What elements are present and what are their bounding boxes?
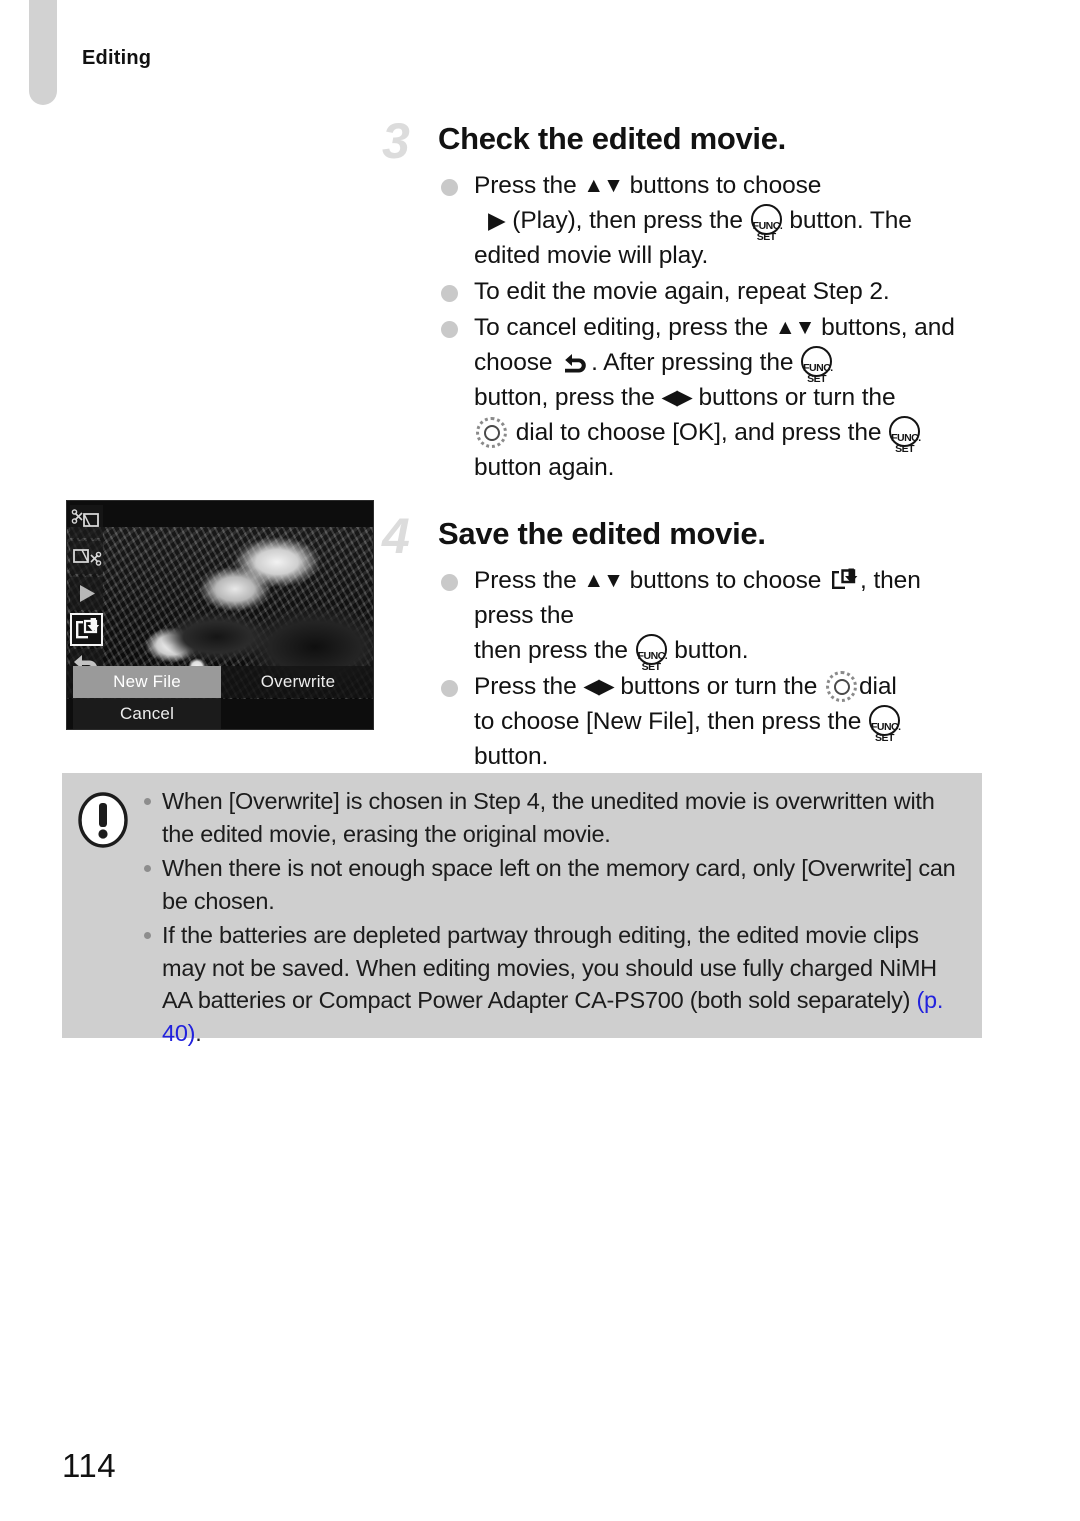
up-down-buttons-icon: ▲▼ [774, 316, 816, 339]
step-4-number: 4 [382, 508, 410, 564]
caution-item-2-text: When there is not enough space left on t… [162, 855, 956, 914]
play-icon[interactable] [70, 577, 103, 610]
bullet-dot-icon [441, 680, 458, 697]
save-new-file-icon[interactable] [70, 613, 103, 646]
step-3-body: Press the ▲▼ buttons to choose ▶ (Play),… [382, 168, 982, 485]
func-set-button-icon: FUNC. SET [868, 705, 901, 744]
step-4-bullet-1-text-b: buttons to choose [622, 567, 829, 594]
set-label: SET [874, 732, 894, 744]
bullet-dot-icon [441, 321, 458, 338]
step-3-bullet-3-text-g: button again. [474, 454, 615, 481]
bullet-dot-icon [144, 932, 151, 939]
caution-item-2: When there is not enough space left on t… [140, 852, 968, 917]
caution-item-3-text: If the batteries are depleted partway th… [162, 922, 937, 1013]
lcd-menu-row-primary: New File Overwrite [67, 666, 373, 698]
bullet-dot-icon [441, 285, 458, 302]
step-3-bullet-2: To edit the movie again, repeat Step 2. [438, 274, 982, 309]
bullet-dot-icon [144, 798, 151, 805]
func-set-button-icon: FUNC. SET [889, 416, 921, 455]
camera-lcd-screenshot: New File Overwrite Cancel [66, 500, 374, 730]
set-label: SET [807, 373, 827, 385]
lcd-save-menu: New File Overwrite Cancel [67, 666, 373, 729]
lcd-menu-cancel[interactable]: Cancel [73, 698, 221, 729]
step-3-bullet-3: To cancel editing, press the ▲▼ buttons,… [438, 310, 982, 485]
step-3-bullet-1-text-a: Press the [474, 172, 584, 199]
step-3-bullet-3-text-c: . After pressing the [591, 349, 801, 376]
caution-item-1: When [Overwrite] is chosen in Step 4, th… [140, 785, 968, 850]
func-set-button-icon: FUNC. SET [635, 634, 668, 673]
lcd-menu-row-secondary: Cancel [67, 698, 373, 729]
step-3-number: 3 [382, 113, 410, 169]
set-label: SET [756, 231, 776, 243]
step-4-heading: 4 Save the edited movie. [382, 508, 982, 564]
step-3-bullet-2-text: To edit the movie again, repeat Step 2. [474, 278, 890, 305]
step-4-bullet-2-text-b: buttons or turn the [613, 673, 824, 700]
step-3-bullet-3-text-e: buttons or turn the [691, 384, 896, 411]
step-3-bullet-3-text-a: To cancel editing, press the [474, 314, 775, 341]
step-3-block: 3 Check the edited movie. Press the ▲▼ b… [382, 113, 982, 485]
trim-end-icon[interactable] [70, 541, 103, 574]
up-down-buttons-icon: ▲▼ [583, 174, 624, 197]
steps-column: 3 Check the edited movie. Press the ▲▼ b… [382, 113, 982, 814]
func-set-button-icon: FUNC. SET [801, 346, 833, 385]
warning-exclamation-icon [77, 791, 129, 849]
lcd-menu-overwrite[interactable]: Overwrite [227, 666, 369, 698]
play-icon: ▶ [488, 207, 506, 233]
step-4-bullet-1-text-a: Press the [474, 567, 584, 594]
step-3-bullet-3-text-d: button, press the [474, 384, 662, 411]
step-4-bullet-2: Press the ◀▶ buttons or turn the dial to… [438, 669, 982, 774]
step-3-bullet-1: Press the ▲▼ buttons to choose ▶ (Play),… [438, 168, 982, 273]
bullet-dot-icon [441, 574, 458, 591]
trim-start-icon[interactable] [70, 505, 103, 538]
bullet-dot-icon [144, 865, 151, 872]
chapter-tab-marker [29, 0, 57, 105]
step-4-bullet-1-text-e: button. [667, 637, 749, 664]
caution-item-3: If the batteries are depleted partway th… [140, 919, 968, 1049]
step-3-bullet-3-text-f: dial to choose [OK], and press the [509, 419, 889, 446]
up-down-buttons-icon: ▲▼ [583, 569, 624, 592]
set-label: SET [895, 443, 915, 455]
step-4-bullet-2-text-c0: dial [859, 673, 897, 700]
bullet-dot-icon [441, 179, 458, 196]
running-head: Editing [82, 47, 152, 69]
step-4-bullet-2-text-a: Press the [474, 673, 584, 700]
page-number: 114 [62, 1447, 117, 1484]
caution-box: When [Overwrite] is chosen in Step 4, th… [62, 773, 982, 1046]
lcd-edit-toolbar [70, 505, 103, 685]
left-right-buttons-icon: ◀▶ [661, 386, 693, 409]
step-3-title: Check the edited movie. [438, 121, 786, 156]
step-4-bullet-2-text-c: to choose [New File], then press the [474, 708, 868, 735]
step-3-heading: 3 Check the edited movie. [382, 113, 982, 169]
step-3-bullet-1-text-b: buttons to choose [622, 172, 822, 199]
step-4-title: Save the edited movie. [438, 516, 766, 551]
step-4-bullet-2-text-d: button. [474, 743, 549, 770]
back-arrow-icon [562, 349, 588, 373]
caution-item-1-text: When [Overwrite] is chosen in Step 4, th… [162, 788, 935, 847]
save-new-file-icon [830, 567, 858, 591]
left-right-buttons-icon: ◀▶ [583, 675, 614, 698]
control-dial-icon [826, 671, 857, 702]
caution-item-3-period: . [195, 1019, 202, 1046]
control-dial-icon [476, 417, 507, 448]
step-4-bullet-1: Press the ▲▼ buttons to choose , then pr… [438, 563, 982, 673]
lcd-menu-new-file[interactable]: New File [73, 666, 221, 698]
step-3-bullet-1-text-c: (Play), then press the [505, 207, 750, 234]
caution-list: When [Overwrite] is chosen in Step 4, th… [140, 785, 968, 1051]
func-set-button-icon: FUNC. SET [750, 204, 783, 243]
step-4-block: 4 Save the edited movie. Press the ▲▼ bu… [382, 508, 982, 810]
step-4-bullet-1-text-d2: then press the [474, 637, 635, 664]
